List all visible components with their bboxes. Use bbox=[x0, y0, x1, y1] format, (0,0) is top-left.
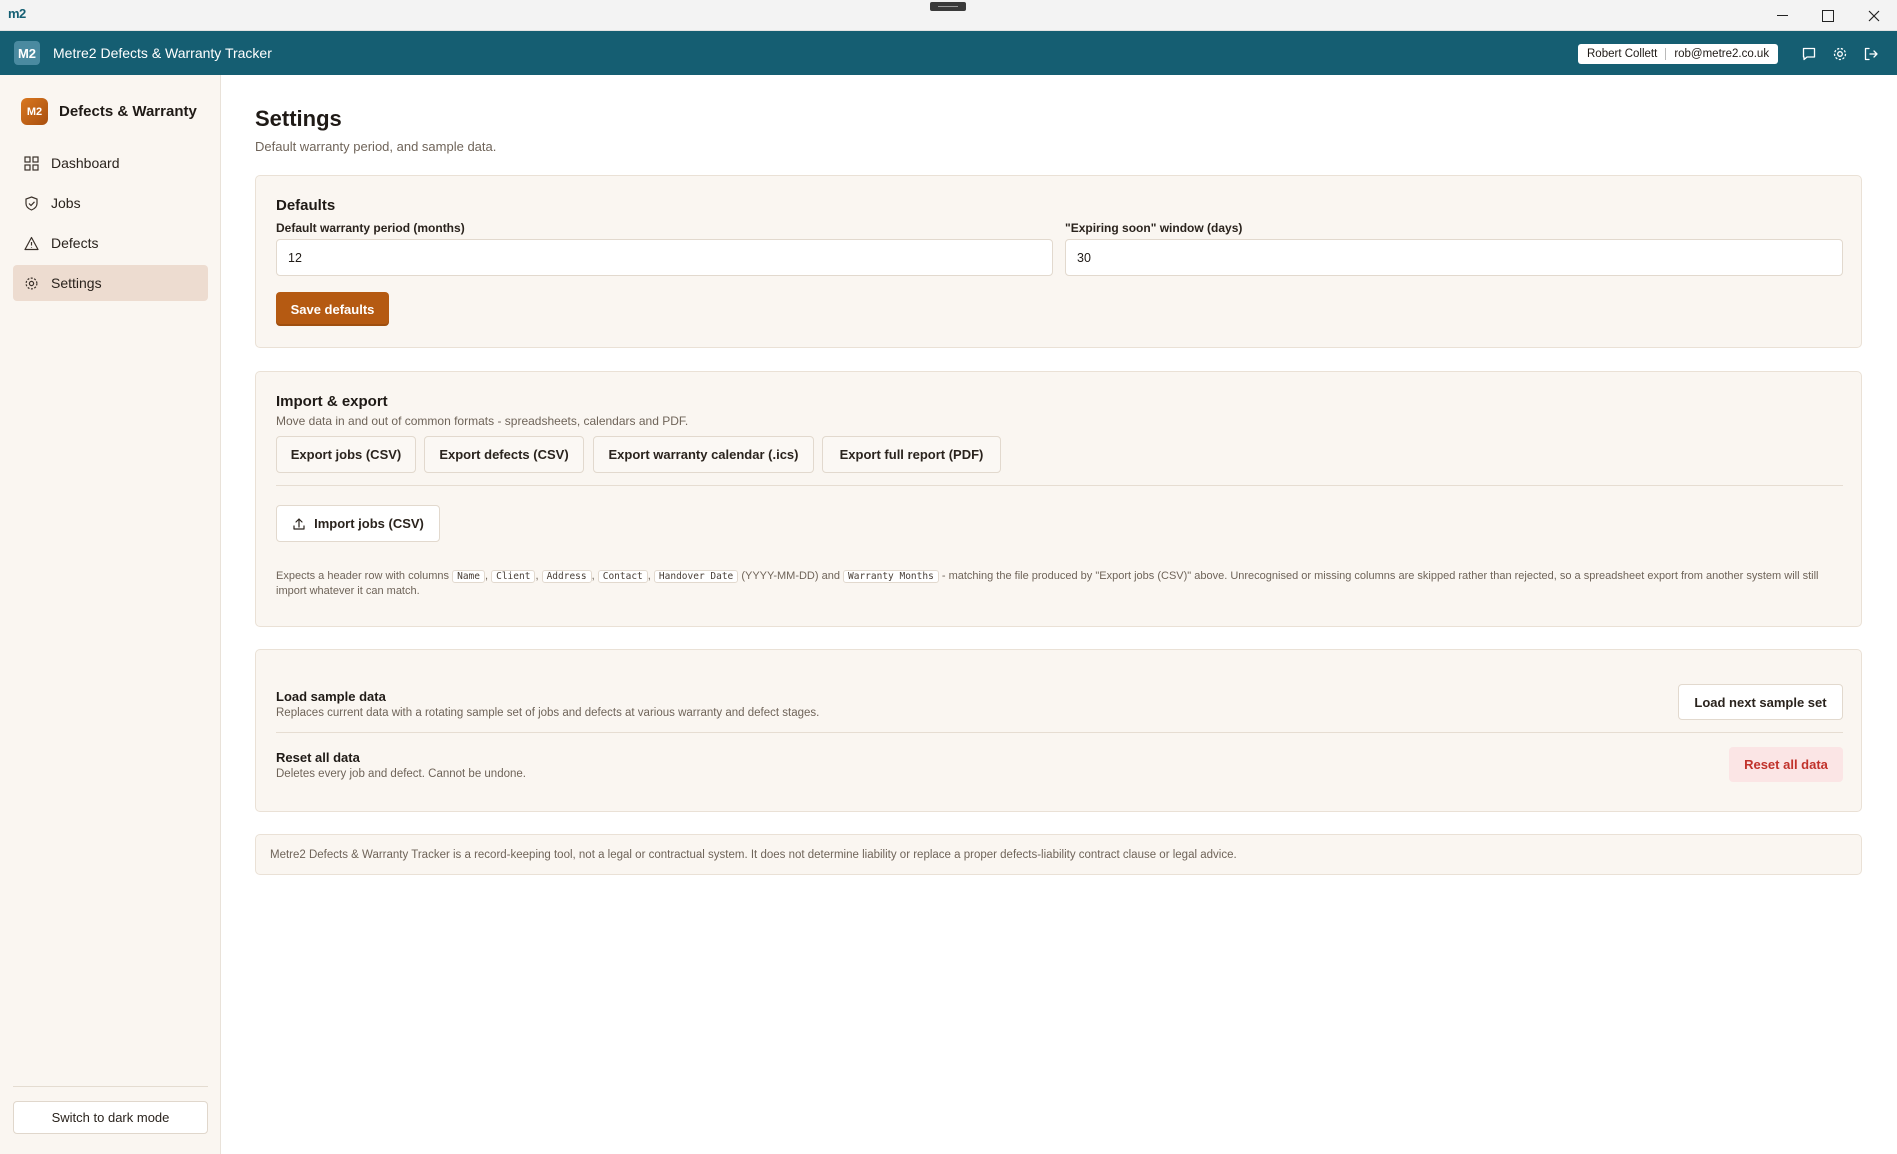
defaults-card: Defaults Default warranty period (months… bbox=[255, 175, 1862, 348]
page-title: Settings bbox=[255, 106, 342, 131]
sidebar-item-jobs[interactable]: Jobs bbox=[13, 185, 208, 221]
sidebar: M2 Defects & Warranty Dashboard Jobs Def… bbox=[0, 75, 221, 1154]
column-code: Warranty Months bbox=[843, 570, 939, 583]
shield-icon bbox=[23, 195, 39, 211]
data-divider bbox=[276, 732, 1843, 733]
sidebar-divider bbox=[13, 1086, 208, 1087]
column-code: Client bbox=[491, 570, 536, 583]
sidebar-item-settings[interactable]: Settings bbox=[13, 265, 208, 301]
app-header: M2 Metre2 Defects & Warranty Tracker Rob… bbox=[0, 31, 1897, 75]
help-date-format: (YYYY-MM-DD) and bbox=[741, 570, 840, 582]
brand-logo: M2 bbox=[21, 98, 48, 125]
data-management-card: Load sample data Replaces current data w… bbox=[255, 649, 1862, 812]
sidebar-nav: Dashboard Jobs Defects Settings bbox=[13, 145, 208, 305]
dashboard-icon bbox=[23, 155, 39, 171]
close-window-button[interactable] bbox=[1851, 0, 1897, 31]
settings-button[interactable] bbox=[1829, 43, 1851, 65]
defaults-title: Defaults bbox=[276, 197, 336, 214]
app-title: Metre2 Defects & Warranty Tracker bbox=[53, 45, 272, 61]
close-icon bbox=[1868, 10, 1880, 21]
sidebar-item-label: Dashboard bbox=[51, 155, 120, 171]
help-prefix: Expects a header row with columns bbox=[276, 570, 450, 582]
warranty-period-label: Default warranty period (months) bbox=[276, 221, 465, 235]
expiring-window-input[interactable]: 30 bbox=[1065, 239, 1843, 276]
import-jobs-button[interactable]: Import jobs (CSV) bbox=[276, 505, 440, 542]
sidebar-item-label: Defects bbox=[51, 235, 99, 251]
minimize-button[interactable] bbox=[1759, 0, 1805, 31]
warning-icon bbox=[23, 235, 39, 251]
export-jobs-button[interactable]: Export jobs (CSV) bbox=[276, 436, 416, 473]
import-export-subtitle: Move data in and out of common formats -… bbox=[276, 414, 689, 428]
app-badge: M2 bbox=[14, 41, 40, 65]
upload-icon bbox=[293, 517, 305, 530]
warranty-period-input[interactable]: 12 bbox=[276, 239, 1053, 276]
sample-data-description: Replaces current data with a rotating sa… bbox=[276, 707, 820, 719]
gear-icon bbox=[1833, 47, 1847, 61]
logout-icon bbox=[1864, 47, 1878, 61]
user-pill-divider bbox=[1665, 48, 1667, 60]
import-jobs-label: Import jobs (CSV) bbox=[314, 516, 424, 531]
window-titlebar: m2 bbox=[0, 0, 1897, 31]
user-email: rob@metre2.co.uk bbox=[1674, 48, 1770, 60]
dark-mode-button[interactable]: Switch to dark mode bbox=[13, 1101, 208, 1134]
logout-button[interactable] bbox=[1860, 43, 1882, 65]
save-defaults-button[interactable]: Save defaults bbox=[276, 292, 389, 326]
reset-all-data-button[interactable]: Reset all data bbox=[1729, 747, 1843, 782]
sidebar-item-defects[interactable]: Defects bbox=[13, 225, 208, 261]
disclaimer-note: Metre2 Defects & Warranty Tracker is a r… bbox=[255, 834, 1862, 875]
export-report-button[interactable]: Export full report (PDF) bbox=[822, 436, 1001, 473]
user-name: Robert Collett bbox=[1587, 48, 1658, 60]
sidebar-item-label: Jobs bbox=[51, 195, 81, 211]
export-calendar-button[interactable]: Export warranty calendar (.ics) bbox=[593, 436, 814, 473]
sidebar-item-dashboard[interactable]: Dashboard bbox=[13, 145, 208, 181]
column-code: Address bbox=[541, 570, 592, 583]
reset-data-title: Reset all data bbox=[276, 750, 360, 765]
import-export-card: Import & export Move data in and out of … bbox=[255, 371, 1862, 627]
column-code: Handover Date bbox=[653, 570, 739, 583]
brand-name: Defects & Warranty bbox=[59, 103, 197, 120]
page-subtitle: Default warranty period, and sample data… bbox=[255, 139, 497, 154]
export-defects-button[interactable]: Export defects (CSV) bbox=[424, 436, 584, 473]
user-pill[interactable]: Robert Collett rob@metre2.co.uk bbox=[1578, 44, 1779, 64]
gear-icon bbox=[23, 275, 39, 291]
expiring-window-label: "Expiring soon" window (days) bbox=[1065, 221, 1243, 235]
maximize-button[interactable] bbox=[1805, 0, 1851, 31]
window-drag-handle[interactable] bbox=[930, 2, 966, 11]
import-export-divider bbox=[276, 485, 1843, 486]
chat-icon bbox=[1802, 47, 1816, 61]
sidebar-brand[interactable]: M2 Defects & Warranty bbox=[21, 98, 197, 125]
feedback-button[interactable] bbox=[1798, 43, 1820, 65]
window-app-logo: m2 bbox=[8, 6, 26, 21]
import-help-text: Expects a header row with columns Name, … bbox=[276, 570, 1819, 597]
sample-data-title: Load sample data bbox=[276, 689, 386, 704]
sidebar-item-label: Settings bbox=[51, 275, 102, 291]
load-sample-button[interactable]: Load next sample set bbox=[1678, 684, 1843, 720]
import-export-title: Import & export bbox=[276, 393, 388, 410]
column-code: Contact bbox=[597, 570, 648, 583]
reset-data-description: Deletes every job and defect. Cannot be … bbox=[276, 768, 526, 780]
column-code: Name bbox=[452, 570, 485, 583]
